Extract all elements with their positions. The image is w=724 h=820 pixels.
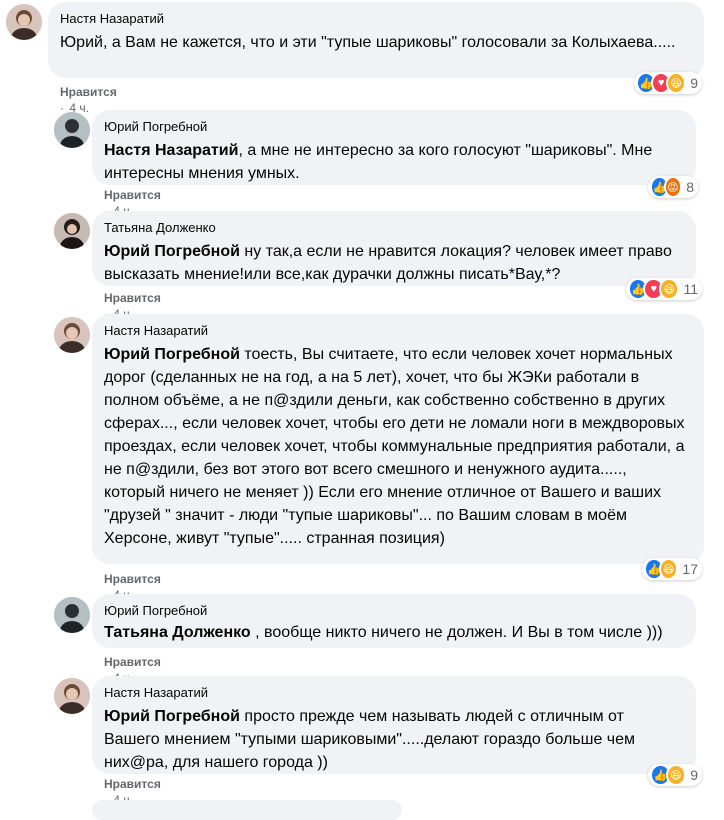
mention-link[interactable]: Юрий Погребной xyxy=(104,243,240,260)
reaction-count: 8 xyxy=(686,179,694,195)
avatar[interactable] xyxy=(6,4,42,40)
like-button[interactable]: Нравится xyxy=(104,188,161,202)
haha-reaction-icon: 😆 xyxy=(665,764,687,786)
comment-text: Юрий Погребной просто прежде чем называт… xyxy=(104,705,684,774)
like-button[interactable]: Нравится xyxy=(104,777,161,791)
reaction-summary[interactable]: 👍 😆 9 xyxy=(648,764,702,786)
comment-bubble: Юрий Погребной Настя Назаратий, а мне не… xyxy=(92,110,696,185)
comment-author[interactable]: Настя Назаратий xyxy=(104,684,684,701)
mention-link[interactable]: Юрий Погребной xyxy=(104,708,240,725)
comment-bubble: Юрий Погребной Татьяна Долженко , вообще… xyxy=(92,594,696,648)
comment-text: Юрий, а Вам не кажется, что и эти "тупые… xyxy=(60,31,692,54)
avatar[interactable] xyxy=(54,678,90,714)
reaction-summary[interactable]: 👍 😆 17 xyxy=(642,558,702,580)
comment-body: , вообще никто ничего не должен. И Вы в … xyxy=(255,624,663,641)
like-button[interactable]: Нравится xyxy=(104,291,161,305)
mention-link[interactable]: Настя Назаратий xyxy=(104,142,238,159)
comment-bubble: Настя Назаратий Юрий Погребной просто пр… xyxy=(92,676,696,774)
comment-author[interactable]: Юрий Погребной xyxy=(104,118,684,135)
reaction-summary[interactable]: 👍 😡 8 xyxy=(648,176,698,198)
mention-link[interactable]: Татьяна Долженко xyxy=(104,624,251,641)
comment-author[interactable]: Настя Назаратий xyxy=(104,322,692,339)
haha-reaction-icon: 😆 xyxy=(658,278,680,300)
avatar[interactable] xyxy=(54,112,90,148)
comment-text: Настя Назаратий, а мне не интересно за к… xyxy=(104,139,684,185)
comment-bubble: Настя Назаратий Юрий Погребной тоесть, В… xyxy=(92,314,704,564)
avatar[interactable] xyxy=(54,317,90,353)
like-button[interactable]: Нравится xyxy=(104,655,161,669)
comment-text: Юрий Погребной тоесть, Вы считаете, что … xyxy=(104,343,692,550)
reaction-count: 9 xyxy=(690,767,698,783)
like-button[interactable]: Нравится xyxy=(104,572,161,586)
comment-bubble: Настя Назаратий Юрий, а Вам не кажется, … xyxy=(48,2,704,78)
reaction-count: 17 xyxy=(682,561,698,577)
comment-author[interactable]: Татьяна Долженко xyxy=(104,219,684,236)
comment-bubble: Татьяна Долженко Юрий Погребной ну так,а… xyxy=(92,211,696,286)
comment-author[interactable]: Юрий Погребной xyxy=(104,602,684,619)
reaction-count: 9 xyxy=(690,75,698,91)
reaction-count: 11 xyxy=(683,281,698,297)
angry-reaction-icon: 😡 xyxy=(663,176,683,198)
comment-text: Юрий Погребной ну так,а если не нравится… xyxy=(104,240,684,286)
mention-link[interactable]: Юрий Погребной xyxy=(104,346,240,363)
haha-reaction-icon: 😆 xyxy=(666,72,687,94)
comment-text: Татьяна Долженко , вообще никто ничего н… xyxy=(104,621,684,644)
comment-body: Юрий, а Вам не кажется, что и эти "тупые… xyxy=(60,34,676,51)
avatar[interactable] xyxy=(54,597,90,633)
reaction-summary[interactable]: 👍 ♥ 😆 11 xyxy=(626,278,702,300)
haha-reaction-icon: 😆 xyxy=(658,558,679,580)
comment-body: тоесть, Вы считаете, что если человек хо… xyxy=(104,346,685,547)
comment-author[interactable]: Настя Назаратий xyxy=(60,10,692,27)
like-button[interactable]: Нравится xyxy=(60,85,117,99)
next-comment-bubble xyxy=(92,800,402,820)
reaction-summary[interactable]: 👍 ♥ 😆 9 xyxy=(634,72,702,94)
avatar[interactable] xyxy=(54,213,90,249)
